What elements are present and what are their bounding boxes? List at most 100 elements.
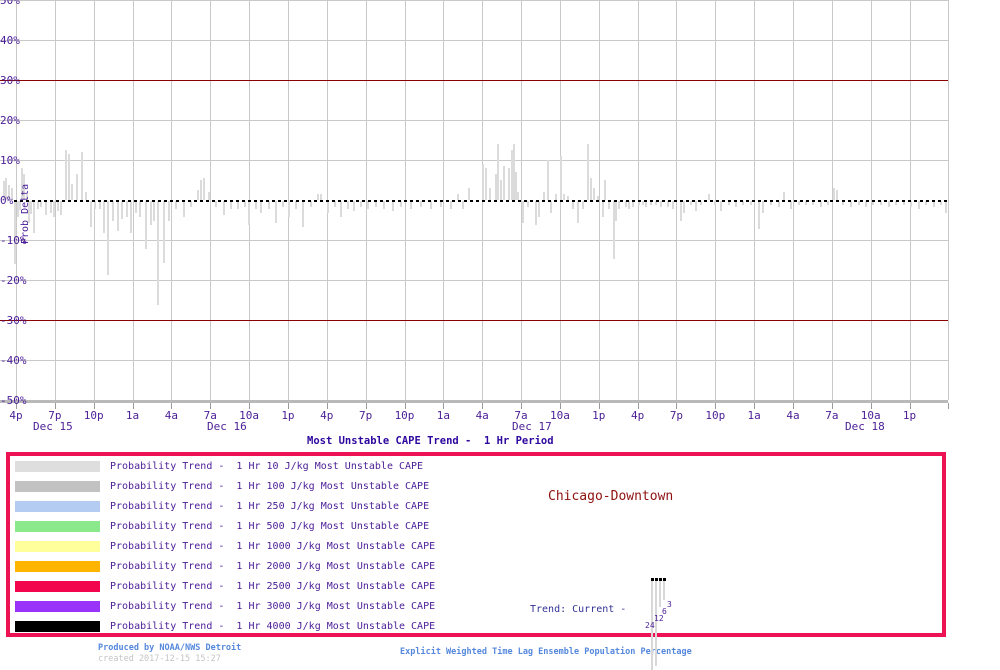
probability-delta-bar (503, 166, 505, 200)
grid-line-horizontal (0, 280, 948, 281)
probability-delta-bar (582, 201, 584, 209)
probability-delta-bar (57, 201, 59, 211)
probability-delta-bar (410, 201, 412, 209)
probability-delta-bar (200, 180, 202, 200)
probability-delta-bar (762, 201, 764, 213)
probability-delta-bar (103, 201, 105, 233)
grid-line-horizontal (0, 120, 948, 121)
legend-swatch (15, 521, 100, 532)
x-tick-label: 4a (475, 409, 489, 422)
probability-delta-bar (489, 188, 491, 200)
probability-delta-bar (230, 201, 232, 209)
x-tick-label: 1p (592, 409, 606, 422)
probability-delta-bar (517, 192, 519, 200)
probability-delta-bar (590, 178, 592, 200)
x-tick-label: 4p (630, 409, 645, 422)
probability-delta-bar (468, 188, 470, 200)
x-tick-label: 7p (359, 409, 373, 422)
probability-delta-bar (203, 178, 205, 200)
legend-swatch (15, 561, 100, 572)
x-tick-label: 4p (9, 409, 23, 422)
date-label: Dec 17 (512, 420, 552, 433)
probability-delta-bar (85, 192, 87, 200)
probability-delta-bar (450, 201, 452, 209)
x-tick-label: 1a (125, 409, 140, 422)
legend-swatch (15, 601, 100, 612)
probability-delta-bar (508, 168, 510, 200)
probability-delta-bar (117, 201, 119, 231)
probability-delta-bar (577, 201, 579, 223)
probability-delta-bar (157, 201, 159, 305)
mini-trend-bar (663, 581, 665, 600)
x-tick-label: 1a (747, 409, 761, 422)
probability-delta-bar (60, 201, 62, 215)
legend-label: Probability Trend - 1 Hr 2000 J/kg Most … (110, 561, 436, 572)
probability-delta-bar (758, 201, 760, 229)
probability-delta-bar (99, 201, 101, 209)
y-tick-label: 20% (0, 114, 20, 127)
probability-delta-bar (628, 201, 630, 209)
probability-delta-bar (175, 201, 177, 209)
probability-delta-bar (392, 201, 394, 211)
probability-delta-bar (550, 201, 552, 213)
legend-label: Probability Trend - 1 Hr 10 J/kg Most Un… (110, 461, 424, 472)
probability-delta-bar (327, 201, 329, 213)
x-tick-label: 1a (436, 409, 450, 422)
site-label: Chicago-Downtown (548, 489, 674, 504)
probability-delta-bar (45, 201, 47, 215)
legend-label: Probability Trend - 1 Hr 4000 J/kg Most … (110, 621, 436, 632)
probability-delta-bar (672, 201, 674, 209)
date-label: Dec 18 (845, 420, 885, 433)
y-axis-title: Prob Delta (20, 183, 31, 244)
probability-delta-bar (383, 201, 385, 209)
date-label: Dec 16 (207, 420, 247, 433)
probability-delta-bar (90, 201, 92, 227)
probability-delta-bar (680, 201, 682, 221)
x-tick-label: 1p (902, 409, 917, 422)
probability-delta-bar (836, 190, 838, 200)
probability-delta-bar (139, 201, 141, 217)
probability-delta-bar (14, 201, 16, 265)
probability-delta-bar (833, 188, 835, 200)
grid-line-horizontal (0, 0, 948, 1)
x-tick-label: 10p (705, 409, 726, 422)
x-tick-label: 1p (281, 409, 295, 422)
probability-delta-bar (587, 144, 589, 200)
legend-swatch (15, 581, 100, 592)
legend-swatch (15, 541, 100, 552)
y-tick-label: 40% (0, 34, 20, 47)
x-axis-line (0, 400, 948, 403)
probability-delta-bar (340, 201, 342, 217)
x-tick-mark (948, 403, 950, 409)
probability-delta-bar (197, 190, 199, 200)
probability-delta-bar (168, 201, 170, 221)
probability-delta-bar (608, 201, 610, 209)
x-tick-label: 10p (83, 409, 104, 422)
probability-delta-bar (535, 201, 537, 225)
probability-delta-bar (248, 201, 250, 225)
probability-delta-bar (268, 201, 270, 209)
probability-delta-bar (135, 201, 137, 213)
probability-delta-bar (71, 184, 73, 200)
grid-line-horizontal (0, 160, 948, 161)
legend-label: Probability Trend - 1 Hr 3000 J/kg Most … (110, 601, 436, 612)
chart-title: Most Unstable CAPE Trend - 1 Hr Period (307, 435, 554, 447)
probability-delta-bar (695, 201, 697, 211)
probability-delta-bar (500, 180, 502, 200)
legend-swatch (15, 481, 100, 492)
grid-line-horizontal (0, 360, 948, 361)
probability-delta-bar (112, 201, 114, 221)
probability-delta-bar (367, 201, 369, 209)
probability-delta-bar (547, 160, 549, 200)
probability-delta-bar (462, 201, 464, 209)
probability-delta-bar (783, 192, 785, 200)
probability-delta-bar (295, 201, 297, 209)
probability-delta-bar (482, 164, 484, 200)
y-tick-label: 10% (0, 154, 20, 167)
y-tick-label: 50% (0, 0, 20, 7)
x-tick-label: 4p (320, 409, 334, 422)
probability-delta-bar (260, 201, 262, 213)
probability-delta-bar (163, 201, 165, 263)
probability-delta-bar (121, 201, 123, 219)
probability-delta-bar (604, 180, 606, 200)
